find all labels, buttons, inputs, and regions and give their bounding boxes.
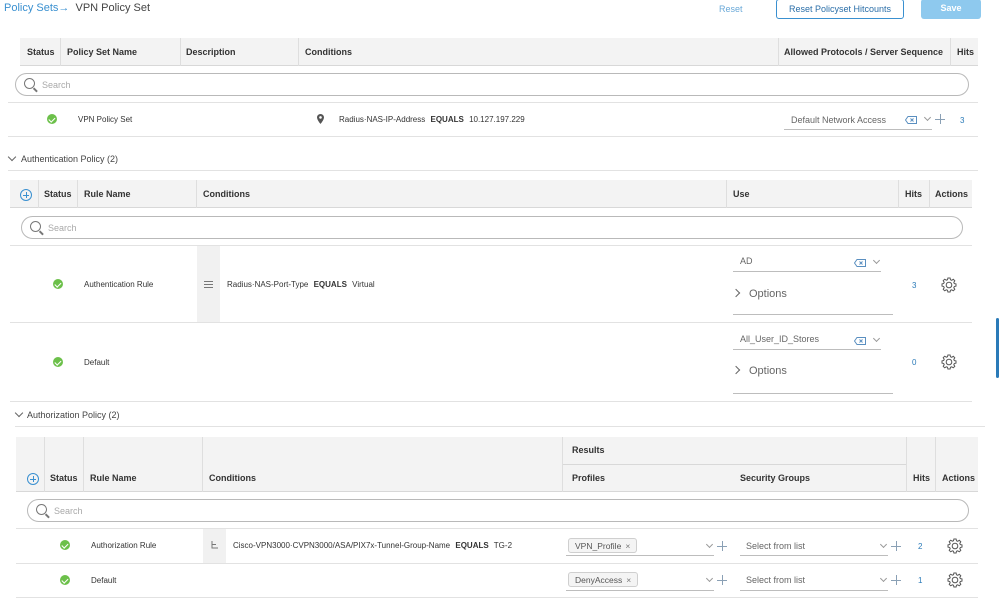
col-actions: Actions bbox=[935, 189, 969, 199]
col-security-groups: Security Groups bbox=[740, 473, 811, 483]
status-enabled-icon[interactable] bbox=[60, 575, 70, 585]
rule-hits[interactable]: 0 bbox=[912, 358, 916, 367]
search-placeholder: Search bbox=[54, 506, 83, 516]
rule-hits[interactable]: 2 bbox=[918, 542, 922, 551]
reset-button[interactable]: Reset bbox=[719, 4, 743, 14]
remove-icon[interactable]: × bbox=[626, 575, 631, 585]
col-status: Status bbox=[50, 473, 78, 483]
security-group-select[interactable]: Select from list bbox=[740, 536, 888, 556]
status-enabled-icon[interactable] bbox=[47, 114, 57, 124]
col-status: Status bbox=[44, 189, 72, 199]
col-hits: Hits bbox=[905, 189, 923, 199]
col-actions: Actions bbox=[942, 473, 976, 483]
rule-hits[interactable]: 1 bbox=[918, 576, 922, 585]
col-profiles: Profiles bbox=[572, 473, 606, 483]
col-hits: Hits bbox=[913, 473, 931, 483]
add-rule-icon[interactable] bbox=[27, 473, 39, 485]
chevron-right-icon bbox=[731, 288, 741, 298]
col-conditions: Conditions bbox=[203, 189, 250, 199]
search-icon bbox=[36, 504, 47, 515]
add-icon[interactable] bbox=[717, 541, 727, 551]
col-use: Use bbox=[733, 189, 750, 199]
authentication-policy-title[interactable]: Authentication Policy (2) bbox=[21, 154, 118, 164]
profile-chip[interactable]: VPN_Profile × bbox=[568, 538, 638, 553]
add-icon[interactable] bbox=[891, 575, 901, 585]
policy-set-header-row: Status Policy Set Name Description Condi… bbox=[20, 38, 978, 66]
col-hits: Hits bbox=[957, 47, 975, 57]
location-pin-icon bbox=[317, 114, 324, 124]
rule-name[interactable]: Authentication Rule bbox=[84, 280, 153, 289]
rule-hits[interactable]: 3 bbox=[912, 281, 916, 290]
clear-icon[interactable] bbox=[854, 259, 866, 267]
col-conditions: Conditions bbox=[305, 47, 352, 57]
breadcrumb: Policy Sets→ VPN Policy Set bbox=[4, 2, 150, 14]
condition-text: Radius·NAS-Port-Type EQUALS Virtual bbox=[227, 280, 375, 289]
col-results: Results bbox=[572, 445, 605, 455]
add-icon[interactable] bbox=[717, 575, 727, 585]
rule-name[interactable]: Authorization Rule bbox=[91, 541, 156, 550]
col-conditions: Conditions bbox=[209, 473, 256, 483]
clear-icon[interactable] bbox=[854, 337, 866, 345]
remove-icon[interactable]: × bbox=[625, 541, 630, 551]
status-enabled-icon[interactable] bbox=[60, 540, 70, 550]
breadcrumb-parent-link[interactable]: Policy Sets bbox=[4, 2, 58, 14]
policy-set-hits[interactable]: 3 bbox=[960, 116, 964, 125]
status-enabled-icon[interactable] bbox=[53, 357, 63, 367]
breadcrumb-current: VPN Policy Set bbox=[75, 2, 151, 14]
gear-icon[interactable] bbox=[947, 538, 963, 554]
condition-list-icon bbox=[204, 281, 213, 288]
add-rule-icon[interactable] bbox=[20, 189, 32, 201]
search-icon bbox=[30, 221, 41, 232]
breadcrumb-arrow: → bbox=[58, 2, 70, 14]
col-description: Description bbox=[186, 47, 236, 57]
col-rule-name: Rule Name bbox=[90, 473, 137, 483]
gear-icon[interactable] bbox=[941, 277, 957, 293]
policy-set-name[interactable]: VPN Policy Set bbox=[78, 115, 132, 124]
add-icon[interactable] bbox=[935, 114, 945, 124]
search-placeholder: Search bbox=[42, 80, 71, 90]
save-button[interactable]: Save bbox=[921, 0, 981, 19]
col-status: Status bbox=[27, 47, 55, 57]
condition-tree-icon bbox=[211, 541, 218, 549]
chevron-right-icon bbox=[731, 365, 741, 375]
condition-text: Radius·NAS-IP-Address EQUALS 10.127.197.… bbox=[339, 115, 525, 124]
security-group-select[interactable]: Select from list bbox=[740, 571, 888, 591]
options-expander[interactable]: Options bbox=[731, 358, 893, 394]
condition-text: Cisco-VPN3000·CVPN3000/ASA/PIX7x-Tunnel-… bbox=[233, 541, 513, 550]
status-enabled-icon[interactable] bbox=[53, 279, 63, 289]
authorization-search[interactable]: Search bbox=[27, 499, 969, 522]
search-icon bbox=[24, 78, 35, 89]
col-policy-set-name: Policy Set Name bbox=[67, 47, 138, 57]
clear-icon[interactable] bbox=[905, 116, 917, 124]
chevron-down-icon[interactable] bbox=[7, 152, 17, 162]
rule-name[interactable]: Default bbox=[84, 358, 109, 367]
options-expander[interactable]: Options bbox=[731, 281, 893, 315]
search-placeholder: Search bbox=[48, 223, 77, 233]
authentication-search[interactable]: Search bbox=[21, 216, 963, 239]
reset-hitcounts-button[interactable]: Reset Policyset Hitcounts bbox=[776, 0, 904, 19]
profile-chip[interactable]: DenyAccess × bbox=[568, 572, 639, 587]
add-icon[interactable] bbox=[891, 541, 901, 551]
authorization-policy-title[interactable]: Authorization Policy (2) bbox=[27, 410, 120, 420]
col-allowed-protocols: Allowed Protocols / Server Sequence bbox=[784, 47, 944, 57]
gear-icon[interactable] bbox=[941, 354, 957, 370]
col-rule-name: Rule Name bbox=[84, 189, 131, 199]
chevron-down-icon[interactable] bbox=[14, 408, 24, 418]
gear-icon[interactable] bbox=[947, 572, 963, 588]
authentication-header-row: Status Rule Name Conditions Use Hits Act… bbox=[10, 180, 972, 208]
policy-set-search[interactable]: Search bbox=[15, 73, 969, 96]
rule-name[interactable]: Default bbox=[91, 576, 116, 585]
